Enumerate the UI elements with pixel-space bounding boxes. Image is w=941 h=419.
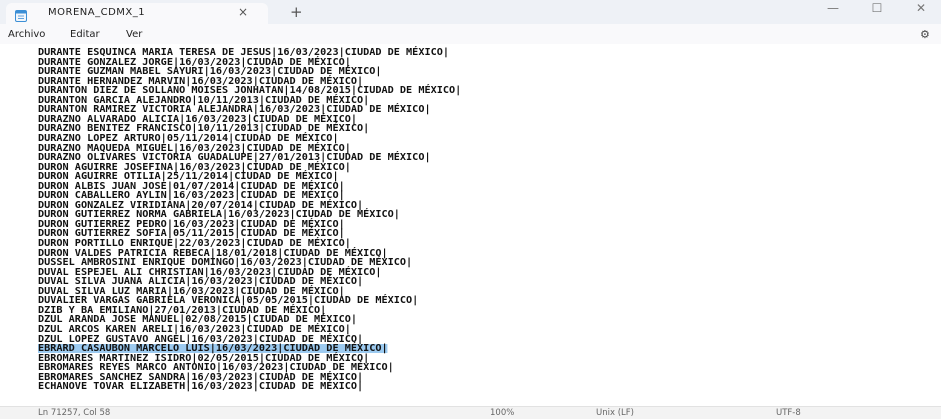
tab-close-icon[interactable]: ×: [238, 5, 248, 19]
minimize-button[interactable]: —: [818, 1, 848, 15]
line-ending[interactable]: Unix (LF): [596, 408, 634, 418]
encoding[interactable]: UTF-8: [776, 408, 801, 418]
menu-editar[interactable]: Editar: [70, 29, 100, 40]
new-tab-button[interactable]: +: [290, 3, 303, 21]
maximize-button[interactable]: ☐: [862, 1, 892, 15]
text-line[interactable]: ECHANOVE TOVAR ELIZABETH|16/03/2023|CIUD…: [38, 382, 363, 392]
gear-icon[interactable]: ⚙: [920, 28, 930, 41]
cursor-position: Ln 71257, Col 58: [38, 408, 111, 418]
zoom-level[interactable]: 100%: [490, 408, 514, 418]
text-editor[interactable]: DURANTE ESQUINCA MARIA TERESA DE JESUS|1…: [0, 44, 941, 406]
tab-title: MORENA_CDMX_1: [48, 7, 146, 18]
menu-archivo[interactable]: Archivo: [8, 29, 45, 40]
menu-bar: Archivo Editar Ver ⚙: [0, 24, 941, 44]
notepad-icon: [15, 7, 27, 22]
title-bar: MORENA_CDMX_1 × + — ☐ ✕: [0, 0, 941, 24]
menu-ver[interactable]: Ver: [126, 29, 142, 40]
close-window-button[interactable]: ✕: [906, 1, 936, 15]
status-bar: Ln 71257, Col 58 100% Unix (LF) UTF-8: [0, 406, 941, 419]
document-tab[interactable]: MORENA_CDMX_1 ×: [6, 3, 268, 24]
